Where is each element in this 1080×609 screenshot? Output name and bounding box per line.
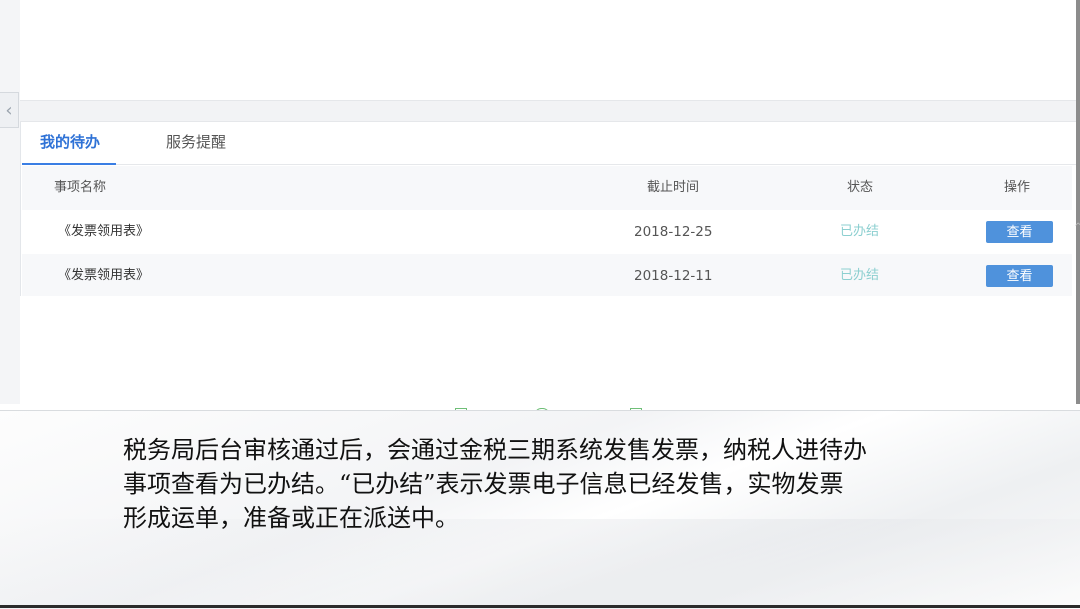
row-deadline: 2018-12-25: [634, 224, 713, 240]
scroll-indicator-icon[interactable]: ^: [1074, 222, 1080, 238]
subtitle-panel: 税务局后台审核通过后，会通过金税三期系统发售发票，纳税人进待办 事项查看为已办结…: [0, 410, 1080, 609]
row-deadline: 2018-12-11: [634, 268, 713, 284]
left-sidebar-rail: [0, 0, 21, 410]
panel-divider: [20, 100, 1076, 122]
table-empty-area: [20, 296, 1076, 410]
row-item-name[interactable]: 《发票领用表》: [58, 210, 149, 254]
column-header-deadline: 截止时间: [647, 180, 700, 195]
todo-table: 事项名称 截止时间 状态 操作 《发票领用表》 2018-12-25 已办结 查…: [22, 166, 1072, 298]
table-row: 《发票领用表》 2018-12-25 已办结 查看: [22, 210, 1072, 254]
subtitle-line: 形成运单，准备或正在派送中。: [123, 504, 459, 532]
row-item-name[interactable]: 《发票领用表》: [58, 254, 149, 298]
column-header-action: 操作: [1004, 180, 1031, 195]
column-header-name: 事项名称: [54, 180, 107, 195]
subtitle-line: 事项查看为已办结。“已办结”表示发票电子信息已经发售，实物发票: [123, 470, 844, 498]
chevron-left-icon: ‹: [5, 99, 13, 121]
task-tabs: 我的待办 服务提醒: [21, 121, 1076, 165]
view-button[interactable]: 查看: [986, 221, 1053, 243]
table-row: 《发票领用表》 2018-12-11 已办结 查看: [22, 254, 1072, 298]
column-header-status: 状态: [847, 180, 874, 195]
upper-content-panel: [20, 0, 1076, 100]
subtitle-line: 税务局后台审核通过后，会通过金税三期系统发售发票，纳税人进待办: [123, 436, 867, 464]
table-header: 事项名称 截止时间 状态 操作: [22, 166, 1072, 210]
view-button[interactable]: 查看: [986, 265, 1053, 287]
sidebar-collapse-toggle[interactable]: ‹: [0, 92, 19, 128]
subtitle-text: 税务局后台审核通过后，会通过金税三期系统发售发票，纳税人进待办 事项查看为已办结…: [123, 433, 983, 535]
tab-my-todo[interactable]: 我的待办: [21, 121, 117, 165]
status-badge: 已办结: [840, 224, 880, 239]
status-badge: 已办结: [840, 268, 880, 283]
window-edge: [1076, 0, 1080, 410]
tab-service-reminder[interactable]: 服务提醒: [166, 121, 226, 164]
